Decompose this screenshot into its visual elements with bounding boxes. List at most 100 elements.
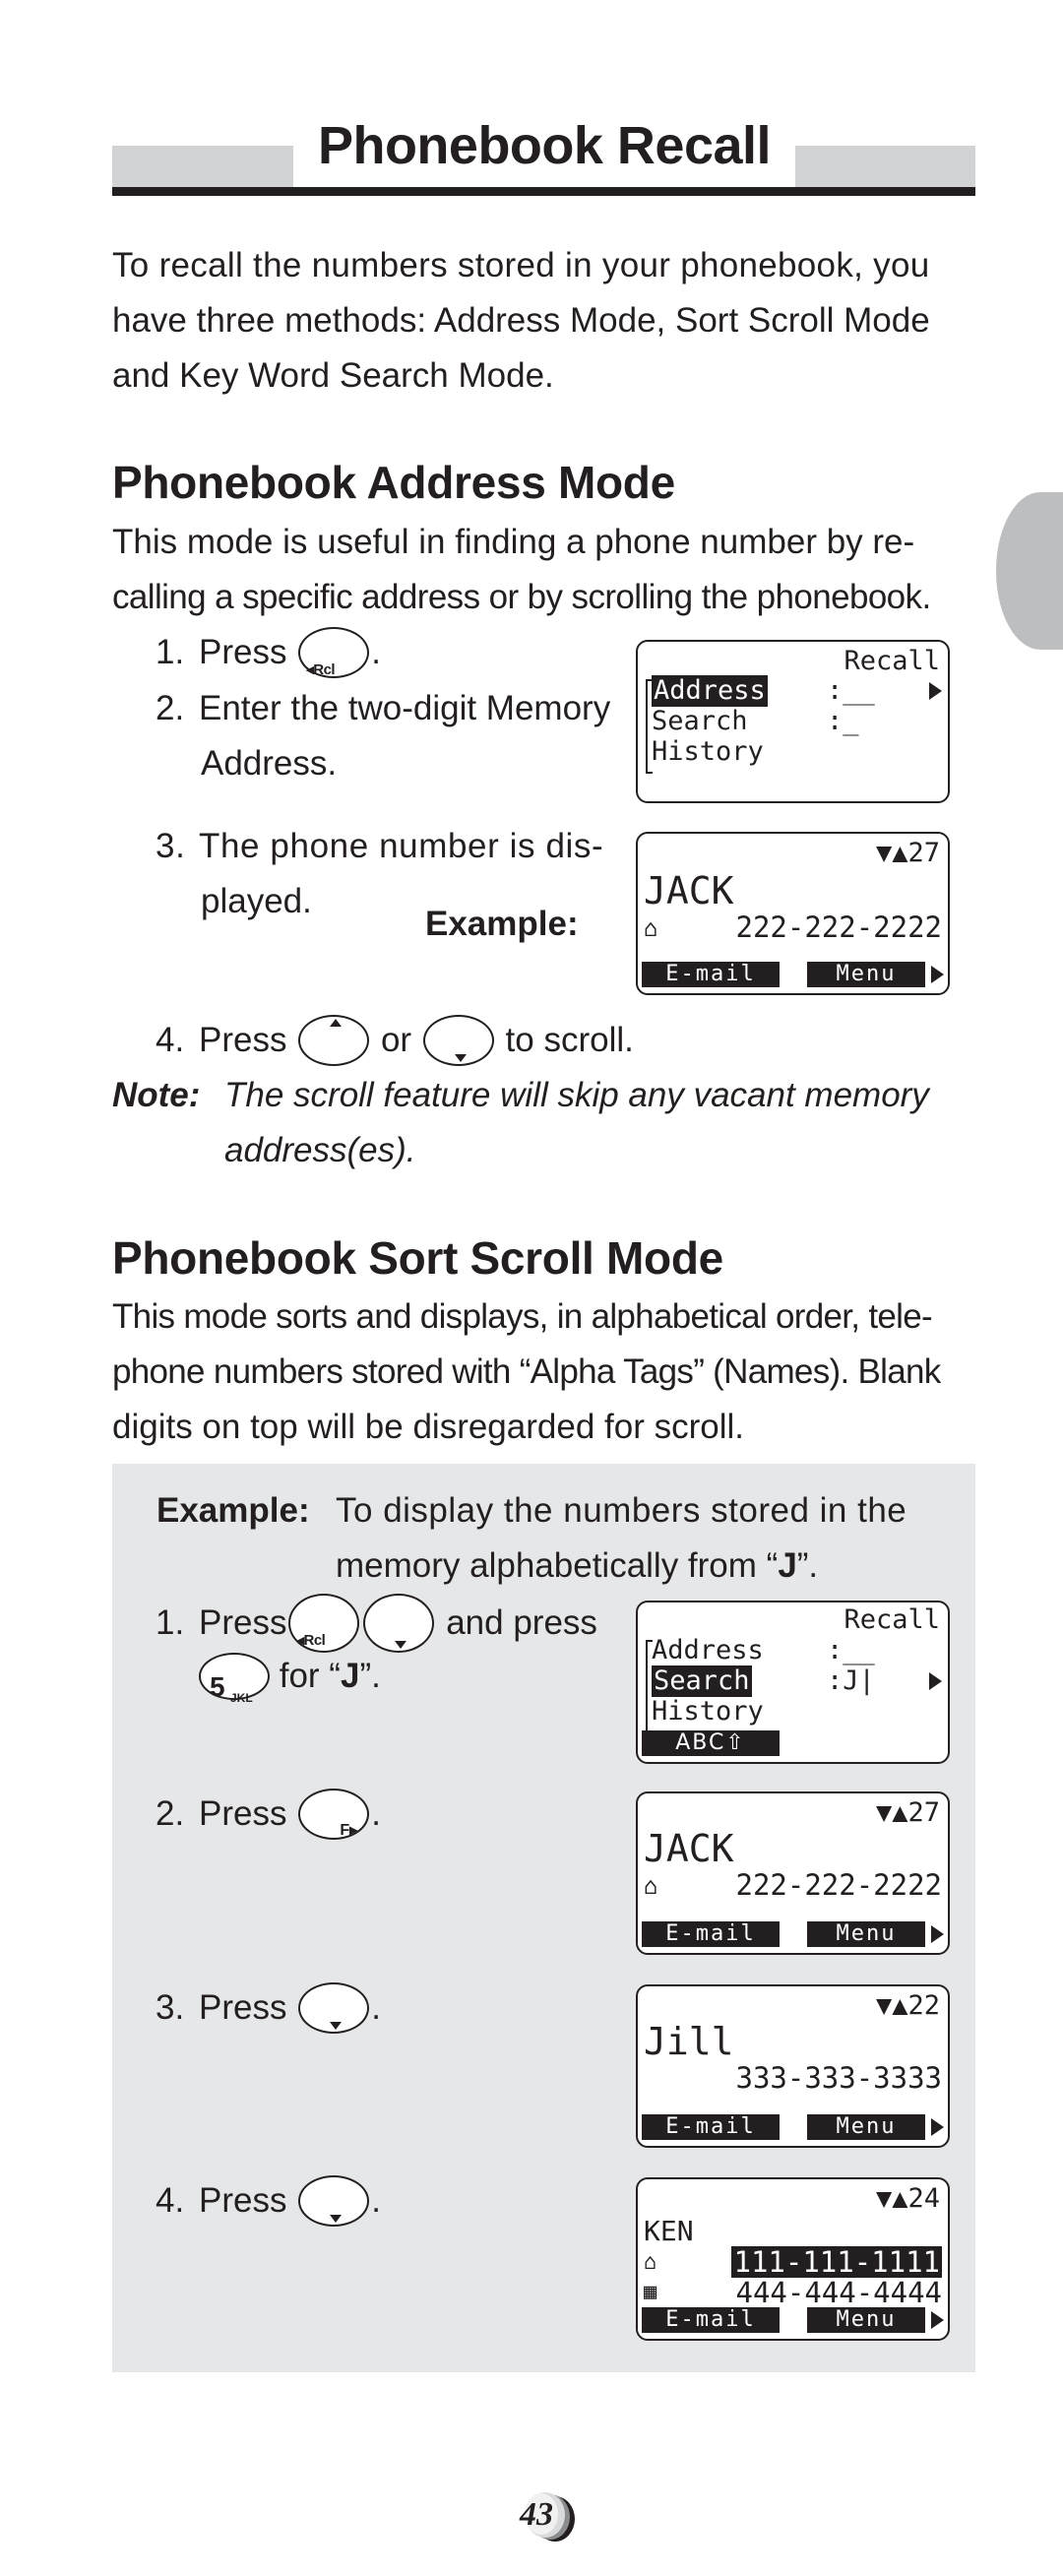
lcd-entry-jack: ▼▲27 JACK ⌂ 222-222-2222 E-mail Menu xyxy=(636,1791,950,1955)
step-text: Enter the two-digit Memory xyxy=(199,689,611,727)
step-text: Press xyxy=(199,1794,287,1833)
step-text: and press xyxy=(446,1603,597,1642)
rcl-key-icon: ◂Rcl xyxy=(298,627,370,678)
step-text: Address. xyxy=(201,744,338,783)
lcd-phone-office: 444-444-4444 xyxy=(735,2276,942,2309)
right-arrow-icon xyxy=(931,2311,944,2329)
sort-mode-desc-line: digits on top will be disregarded for sc… xyxy=(112,1408,744,1446)
office-icon: ▦ xyxy=(644,2280,657,2304)
step-number: 1. xyxy=(156,1603,185,1642)
step-text: . xyxy=(371,633,381,671)
title-band-right xyxy=(795,146,975,187)
lcd-recall-menu: Recall Address :__ Search :_ History xyxy=(636,640,950,803)
lcd-counter: ▼▲27 xyxy=(875,838,940,868)
up-key-icon xyxy=(298,1015,370,1066)
lcd-phone-number: 333-333-3333 xyxy=(735,2061,942,2095)
step-text: The phone number is dis- xyxy=(199,827,604,865)
right-arrow-icon xyxy=(931,2118,944,2136)
step-number: 1. xyxy=(156,633,185,671)
step-text: . xyxy=(371,1988,381,2027)
sort-mode-desc-line: phone numbers stored with “Alpha Tags” (… xyxy=(112,1352,941,1391)
step-text: . xyxy=(371,2181,381,2220)
example-text: To display the numbers stored in the xyxy=(336,1491,907,1530)
note-label: Note: xyxy=(112,1076,201,1114)
lcd-title: Recall xyxy=(844,1604,940,1635)
email-softkey: E-mail xyxy=(642,2307,780,2333)
lcd-entry-jill: ▼▲22 Jill 333-333-3333 E-mail Menu xyxy=(636,1984,950,2148)
lcd-contact-name: JACK xyxy=(644,869,734,912)
section-heading-sort-scroll-mode: Phonebook Sort Scroll Mode xyxy=(112,1232,723,1284)
page-number-badge: 43 xyxy=(504,2488,593,2547)
sort-step-1: 1. Press ◂Rcl and press xyxy=(156,1594,597,1653)
page-number: 43 xyxy=(520,2496,553,2533)
right-arrow-icon xyxy=(931,1925,944,1943)
example-text: memory alphabetically from “J”. xyxy=(336,1546,819,1585)
lcd-contact-name: JACK xyxy=(644,1827,734,1870)
f-right-key-icon: F▸ xyxy=(298,1789,370,1840)
step-number: 3. xyxy=(156,827,186,865)
lcd-menu-item-address: Address xyxy=(652,1635,764,1665)
sort-step-4: 4. Press . xyxy=(156,2173,381,2229)
step-text: played. xyxy=(201,882,312,920)
menu-softkey: Menu xyxy=(807,2114,925,2140)
address-step-1: 1. Press ◂Rcl . xyxy=(156,625,381,680)
menu-softkey: Menu xyxy=(807,2307,925,2333)
title-band-left xyxy=(112,146,293,187)
section-tab xyxy=(996,492,1063,650)
step-text: for “J”. xyxy=(279,1657,381,1695)
step-text: or xyxy=(380,1021,412,1059)
intro-line: To recall the numbers stored in your pho… xyxy=(112,246,930,284)
lcd-search-value: :_ xyxy=(827,706,859,736)
lcd-search-value: :J| xyxy=(827,1665,875,1696)
step-number: 4. xyxy=(156,2181,185,2220)
sort-mode-desc-line: This mode sorts and displays, in alphabe… xyxy=(112,1297,933,1336)
lcd-recall-search: Recall Address :__ Search :J| History AB… xyxy=(636,1601,950,1764)
sort-step-2: 2. Press F▸ . xyxy=(156,1787,381,1842)
lcd-menu-item-address: Address xyxy=(652,675,768,707)
step-text: Press xyxy=(199,1603,287,1642)
note-text: The scroll feature will skip any vacant … xyxy=(224,1076,929,1114)
example-label: Example: xyxy=(425,905,579,943)
intro-line: and Key Word Search Mode. xyxy=(112,356,554,395)
step-text: Press xyxy=(199,1988,287,2027)
lcd-entry-ken: ▼▲24 KEN ⌂ 111-111-1111 ▦ 444-444-4444 E… xyxy=(636,2177,950,2341)
right-arrow-icon xyxy=(929,682,942,700)
lcd-contact-name: Jill xyxy=(644,2020,734,2063)
step-number: 2. xyxy=(156,689,185,727)
down-key-icon xyxy=(363,1594,435,1653)
right-arrow-icon xyxy=(929,1672,942,1690)
note-text: address(es). xyxy=(224,1131,416,1169)
five-jkl-key-icon: 5 JKL xyxy=(199,1653,270,1705)
email-softkey: E-mail xyxy=(642,962,780,987)
lcd-menu-item-search: Search xyxy=(652,706,748,736)
home-icon: ⌂ xyxy=(644,1872,658,1900)
lcd-contact-name: KEN xyxy=(644,2215,694,2247)
lcd-counter: ▼▲22 xyxy=(875,1990,940,2021)
lcd-address-value: :__ xyxy=(827,675,875,706)
step-number: 3. xyxy=(156,1988,185,2027)
step-text: Press xyxy=(199,2181,287,2220)
lcd-menu-item-history: History xyxy=(652,1696,764,1727)
example-label: Example: xyxy=(156,1491,310,1530)
page-title: Phonebook Recall xyxy=(317,116,772,175)
lcd-phone-home: 111-111-1111 xyxy=(731,2245,942,2279)
right-arrow-icon xyxy=(931,966,944,983)
address-mode-desc-line: calling a specific address or by scrolli… xyxy=(112,578,931,616)
lcd-counter: ▼▲24 xyxy=(875,2183,940,2214)
step-text: to scroll. xyxy=(505,1021,634,1059)
lcd-phone-number: 222-222-2222 xyxy=(735,911,942,944)
intro-line: have three methods: Address Mode, Sort S… xyxy=(112,301,930,340)
down-key-icon xyxy=(298,1982,370,2034)
address-step-3: 3. The phone number is dis- xyxy=(156,819,603,874)
step-number: 2. xyxy=(156,1794,185,1833)
step-number: 4. xyxy=(156,1021,185,1059)
menu-softkey: Menu xyxy=(807,962,925,987)
sort-step-3: 3. Press . xyxy=(156,1980,381,2036)
step-text: Press xyxy=(199,633,287,671)
input-mode-indicator: ABC⇧ xyxy=(642,1730,780,1756)
lcd-menu-item-history: History xyxy=(652,736,764,767)
down-key-icon xyxy=(298,2175,370,2227)
home-icon: ⌂ xyxy=(644,914,658,942)
address-step-2: 2. Enter the two-digit Memory xyxy=(156,681,610,736)
address-mode-desc-line: This mode is useful in finding a phone n… xyxy=(112,523,915,561)
